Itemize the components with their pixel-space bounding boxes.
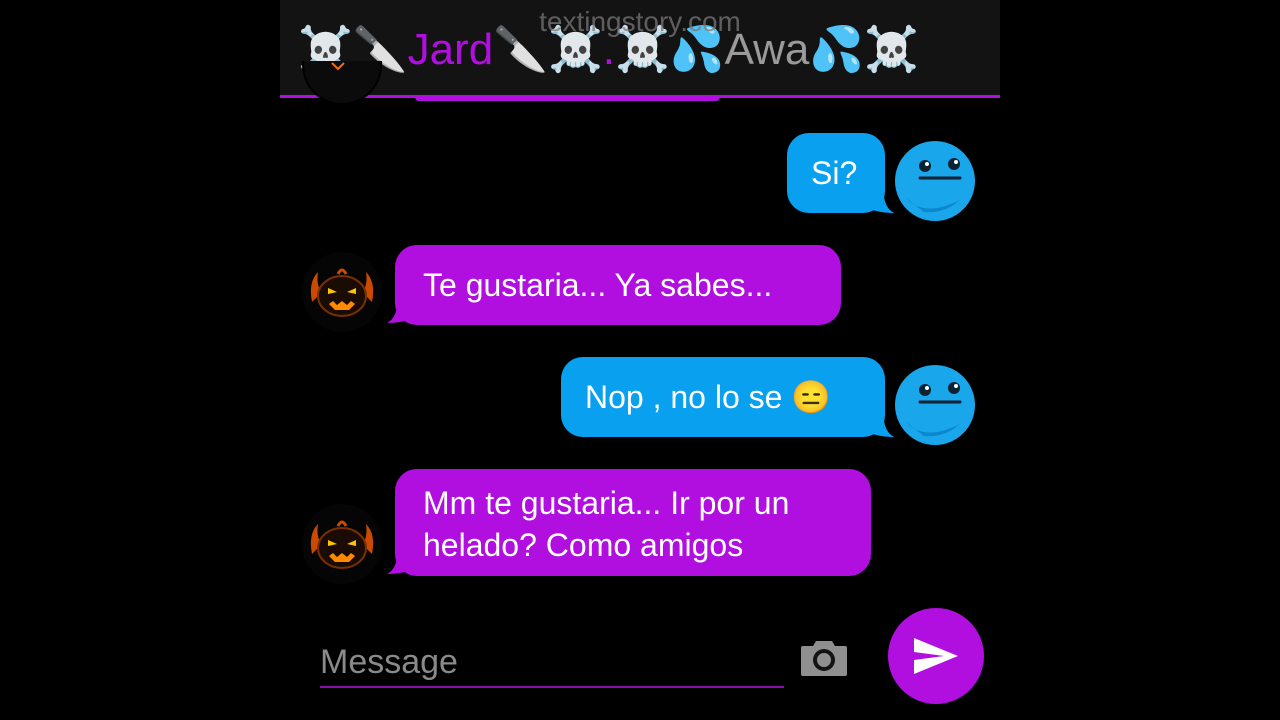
avatar <box>302 61 382 105</box>
message-text: Nop , no lo se 😑 <box>585 379 832 415</box>
pumpkin-avatar-icon <box>302 504 382 584</box>
send-icon <box>914 638 958 674</box>
avatar <box>894 364 975 445</box>
camera-icon <box>801 641 847 676</box>
blue-face-avatar-icon <box>895 141 975 221</box>
blue-face-avatar-icon <box>895 365 975 445</box>
camera-button[interactable] <box>800 638 848 678</box>
message-list[interactable]: Si? Te gustaria... Ya sabes... Nop , no … <box>280 61 1000 601</box>
message-bubble-received[interactable]: Te gustaria... Ya sabes... <box>395 245 841 325</box>
previous-bubble-edge <box>415 97 720 101</box>
bubble-tail <box>870 421 894 437</box>
message-bubble-received[interactable]: Mm te gustaria... Ir por un helado? Como… <box>395 469 871 576</box>
message-text: Si? <box>811 155 858 191</box>
message-composer <box>280 600 1000 720</box>
message-text-line: Mm te gustaria... Ir por un <box>423 485 790 521</box>
chat-header: ☠️🔪Jard🔪☠️.☠️💦Awa💦☠️ textingstory.com <box>280 0 1000 98</box>
message-input[interactable] <box>320 638 784 688</box>
avatar <box>302 504 382 584</box>
message-text-line: helado? Como amigos <box>423 527 744 563</box>
watermark: textingstory.com <box>539 6 741 37</box>
send-button[interactable] <box>888 608 984 704</box>
pumpkin-avatar-icon <box>302 252 382 332</box>
avatar <box>302 252 382 332</box>
bubble-tail <box>870 197 894 213</box>
chat-screen: ☠️🔪Jard🔪☠️.☠️💦Awa💦☠️ textingstory.com Si… <box>280 0 1000 720</box>
avatar <box>894 140 975 221</box>
message-text: Te gustaria... Ya sabes... <box>423 267 773 303</box>
message-bubble-sent[interactable]: Nop , no lo se 😑 <box>561 357 885 437</box>
